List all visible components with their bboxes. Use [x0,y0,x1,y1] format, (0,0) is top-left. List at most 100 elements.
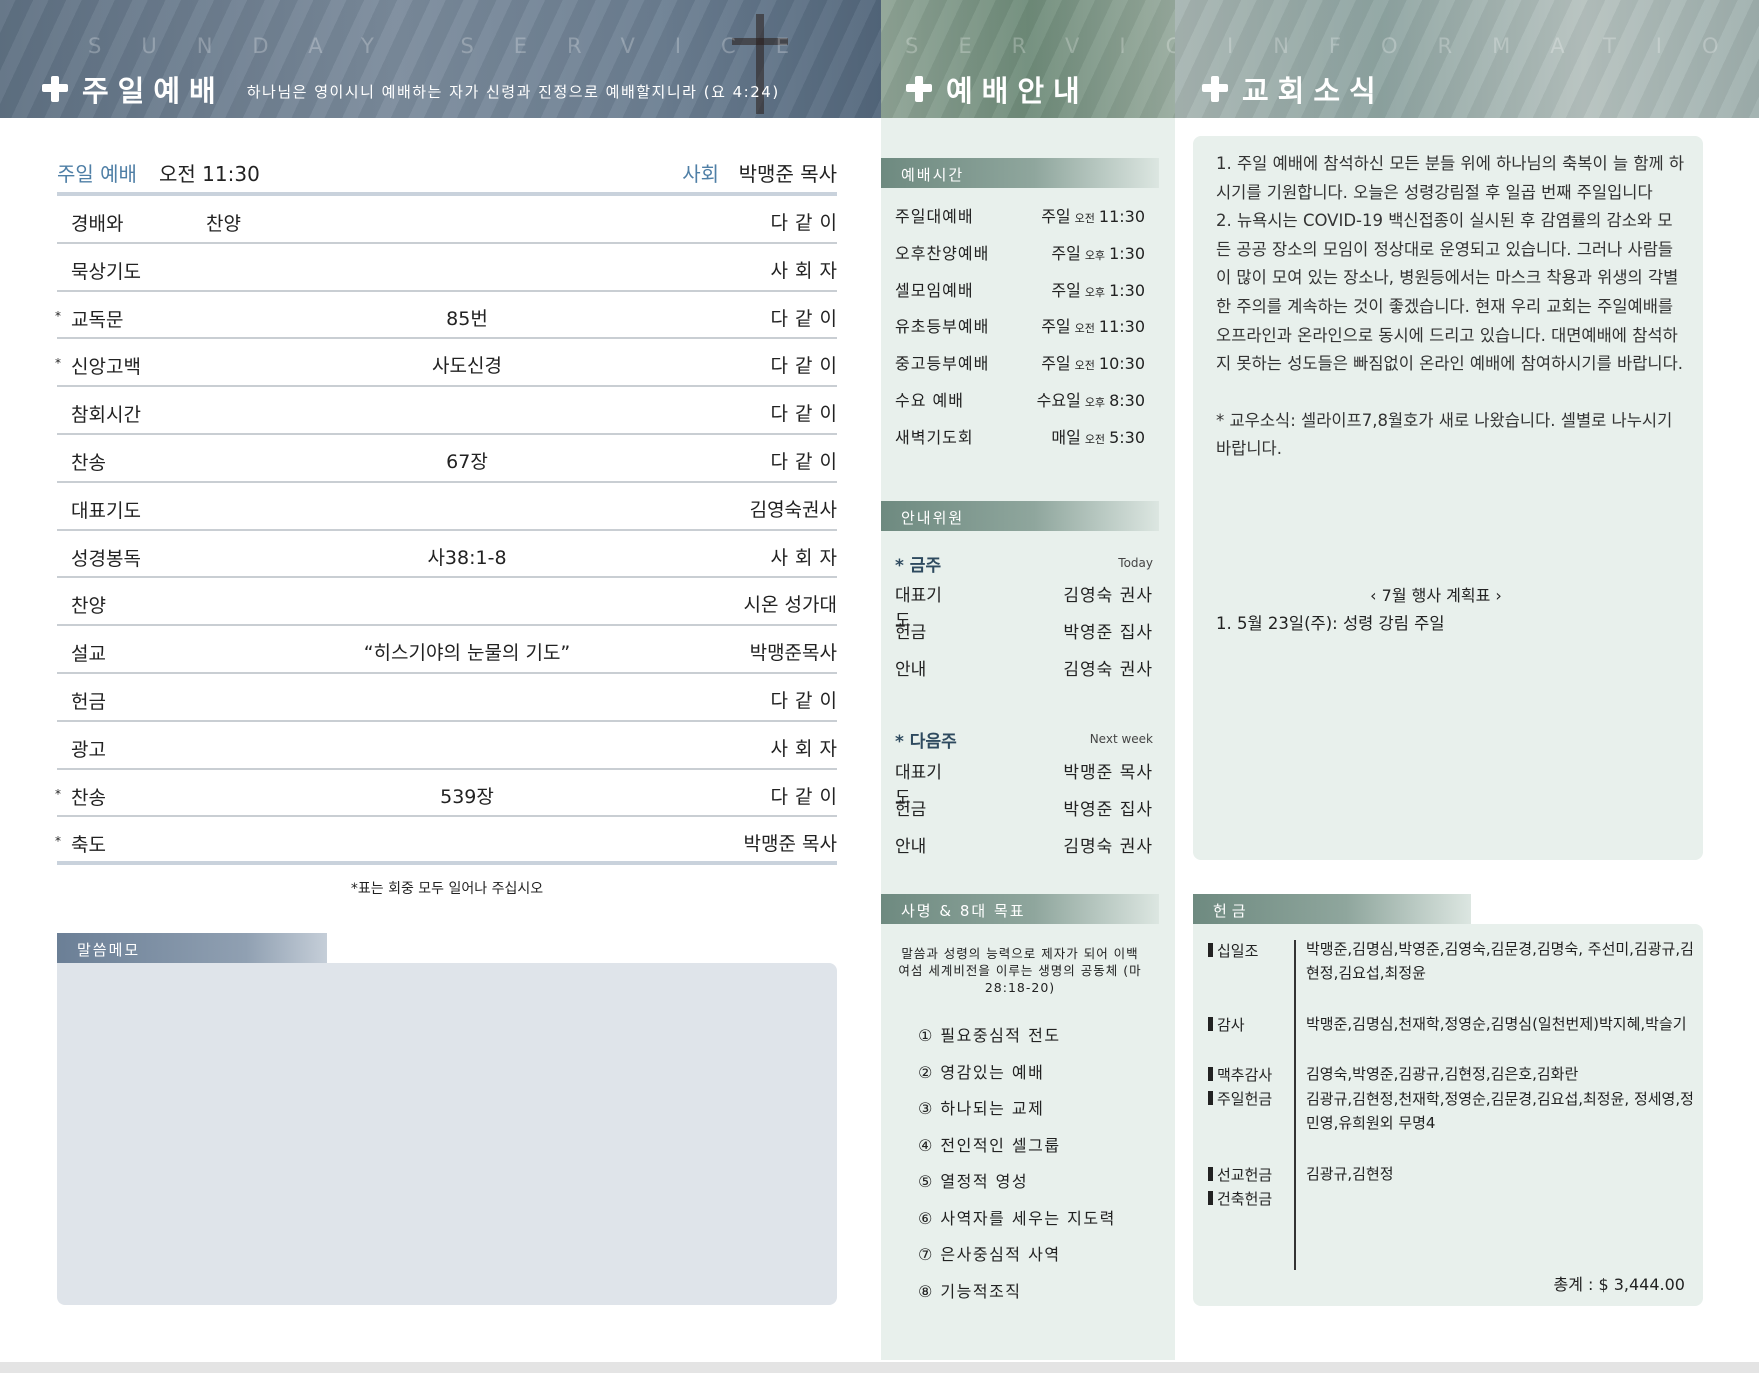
header-band-sunday-service: SUNDAY SERVICE 주일예배 하나님은 영이시니 예배하는 자가 신령… [0,0,881,118]
worship-time-row: 유초등부예배 주일 오전 11:30 [895,313,1145,337]
service-row: 성경봉독 사38:1-8 사회자 [57,531,837,579]
section-title-guide: 예배안내 [946,74,1089,108]
calendar-title[interactable]: ‹ 7월 행사 계획표 › [1216,582,1656,606]
cross-icon [906,76,932,102]
service-item: 찬송 [71,451,106,474]
service-item: 설교 [71,643,106,666]
service-row: 참회시간 다같이 [57,387,837,435]
standing-marker: * [55,356,61,371]
service-row: * 축도 박맹준 목사 [55,817,837,866]
service-item: 축도 [71,834,106,857]
worship-name: 새벽기도회 [895,428,974,447]
service-row: 찬송 67장 다같이 [57,435,837,483]
duty-row: 안내 김영숙 권사 [895,655,1153,680]
worship-time: 11:30 [1098,207,1145,226]
header-verse: 하나님은 영이시니 예배하는 자가 신령과 진정으로 예배할지니라 (요 4:2… [246,82,780,101]
service-detail: “히스기야의 눈물의 기도” [363,642,571,665]
header-title-group: 교회소식 [1202,68,1385,110]
service-row: 묵상기도 사회자 [57,244,837,292]
mission-statement: 말씀과 성령의 능력으로 제자가 되어 이백 여섬 세계비전을 이루는 생명의 … [898,946,1142,995]
goal-item: ⑤ 열정적 영성 [918,1172,1029,1191]
worship-ampm: 오후 [1084,396,1106,409]
offering-divider [1294,940,1296,1270]
this-week-en: Today [1118,556,1153,570]
offering-category: 주일헌금 [1208,1088,1272,1109]
service-item: 참회시간 [71,404,141,427]
news-paragraph: 2. 뉴욕시는 COVID-19 백신접종이 실시된 후 감염률의 감소와 모든… [1216,211,1683,374]
worship-ampm: 오후 [1084,249,1106,262]
worship-day: 주일 [1051,281,1081,300]
header-band-church-news: INFORMATION 교회소식 [1175,0,1759,118]
duty-role: 안내 [895,837,927,857]
standing-note: *표는 회중 모두 일어나 주십시오 [350,881,544,897]
worship-day: 주일 [1051,244,1081,263]
tab-mission-goals: 사명 & 8대 목표 [881,894,1159,924]
page-title: 주일예배 [82,74,225,108]
worship-time-row: 셀모임예배 주일 오후 1:30 [895,277,1145,301]
header-watermark-word: SERVICE [905,34,1175,58]
service-leader: 사회자 [770,737,844,760]
worship-ampm: 오전 [1074,359,1095,372]
service-item: 성경봉독 [71,547,141,570]
service-row: 대표기도 김영숙권사 [57,483,837,531]
service-item: 신앙고백 [71,356,141,379]
offering-total: 총계 : $ 3,444.00 [1553,1275,1685,1294]
duty-person: 박영준 집사 [1063,623,1153,643]
worship-schedule: 주일 오후 1:30 [1051,277,1145,301]
worship-time: 8:30 [1109,391,1145,410]
service-leader: 다같이 [770,689,844,712]
worship-schedule: 주일 오후 1:30 [1051,240,1145,264]
service-row: 헌금 다같이 [57,674,837,722]
service-row: 찬양 시온 성가대 [57,578,837,627]
tab-ushers: 안내위원 [881,501,1159,531]
leader-label: 사회 [682,162,719,186]
next-week-en: Next week [1089,732,1153,746]
duty-person: 김영숙 권사 [1063,660,1153,680]
offering-names: 김광규,김현정 [1306,1165,1394,1183]
service-leader: 다같이 [770,212,844,234]
worship-ampm: 오전 [1084,433,1106,446]
goal-item: ⑥ 사역자를 세우는 지도력 [918,1208,1116,1228]
worship-time-row: 주일대예배 주일 오전 11:30 [895,203,1145,227]
service-item: 경배와 찬양 [71,213,241,235]
header-title-group: 예배안내 [906,68,1089,110]
duty-person: 박영준 집사 [1063,800,1153,820]
tab-worship-times: 예배시간 [881,158,1159,188]
service-item: 대표기도 [71,499,141,522]
worship-day: 주일 [1041,317,1071,336]
duty-person: 박맹준 목사 [1063,763,1153,783]
service-detail: 539장 [440,785,494,808]
offering-names: 박맹준,김명심,천재학,정영순,김명심(일천번제)박지혜,박슬기 [1306,1015,1687,1033]
service-detail: 85번 [446,307,488,330]
service-detail: 67장 [446,450,488,473]
service-item: 헌금 [71,690,106,713]
service-row: * 찬송 539장 다같이 [55,770,837,818]
worship-ampm: 오후 [1084,286,1106,299]
order-of-service-list: 경배와 찬양 다같이 묵상기도 사회자 * 교독문 85번 다같이 * 신앙고백 사도신경 다같이 참회… [55,196,837,866]
duty-row: 헌금 박영준 집사 [895,618,1153,643]
sermon-memo-area[interactable] [57,963,837,1305]
next-week-label: * 다음주 [895,732,957,752]
worship-time-row: 새벽기도회 매일 오전 5:30 [895,424,1145,448]
worship-time: 1:30 [1109,244,1145,263]
standing-marker: * [55,834,61,849]
goal-item: ④ 전인적인 셀그룹 [918,1135,1061,1155]
worship-time: 10:30 [1098,354,1145,373]
offering-category: 선교헌금 [1208,1164,1272,1185]
service-leader: 박맹준목사 [749,642,837,665]
memo-tab-label: 말씀메모 [57,933,327,963]
worship-time: 11:30 [1098,317,1145,336]
cross-icon [42,76,68,102]
offering-category: 맥추감사 [1208,1064,1272,1085]
page-bottom-edge [0,1362,1759,1373]
news-paragraph: * 교우소식: 셀라이프7,8월호가 새로 나왔습니다. 셀별로 나누시기 바랍… [1216,410,1673,459]
worship-time-row: 수요 예배 수요일 오후 8:30 [895,387,1145,411]
service-leader: 사회자 [770,546,844,569]
service-row: 경배와 찬양 다같이 [57,196,837,244]
header-watermark-word: SUNDAY SERVICE [88,34,829,58]
service-row: * 교독문 85번 다같이 [55,292,837,340]
service-label: 주일 예배 [57,162,137,186]
service-detail: 사38:1-8 [427,546,507,569]
section-title-news: 교회소식 [1242,74,1385,108]
goal-item: ⑦ 은사중심적 사역 [918,1245,1061,1264]
